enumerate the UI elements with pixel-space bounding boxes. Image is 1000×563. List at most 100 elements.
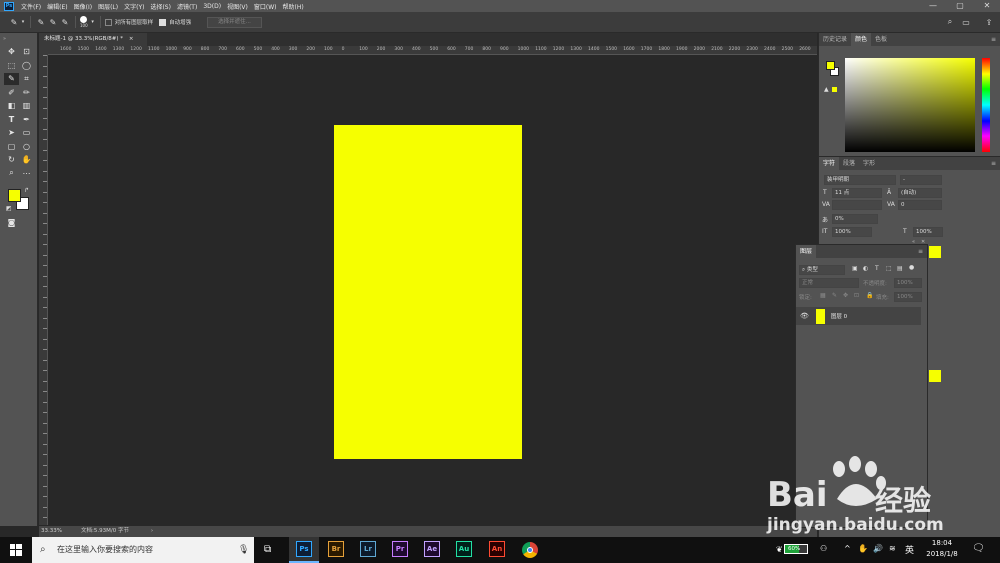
pen-tool-icon[interactable]: ✒: [19, 113, 34, 125]
lock-artboard-icon[interactable]: ⊡: [854, 292, 859, 299]
vertical-scale-field[interactable]: 100%: [832, 227, 872, 237]
quick-selection-tool-icon[interactable]: ✎: [4, 72, 19, 85]
taskbar-app-photoshop[interactable]: Ps: [296, 541, 312, 557]
path-selection-tool-icon[interactable]: ➤: [4, 127, 19, 139]
task-view-icon[interactable]: ⧉: [264, 544, 271, 555]
ellipse-shape-icon[interactable]: ○: [19, 140, 34, 152]
filter-type-icon[interactable]: T: [875, 265, 879, 272]
hand-tool-icon[interactable]: ✋: [19, 154, 34, 166]
color-panel-foreground-swatch[interactable]: [826, 61, 835, 70]
menu-view[interactable]: 视图(V): [224, 2, 251, 11]
tab-character[interactable]: 字符: [819, 157, 840, 170]
lock-position-icon[interactable]: ✥: [843, 292, 848, 299]
lock-transparent-icon[interactable]: ▦: [820, 292, 826, 299]
filter-smart-object-icon[interactable]: ▤: [897, 265, 903, 272]
artboard-tool-icon[interactable]: ⊡: [19, 46, 34, 58]
eraser-tool-icon[interactable]: ◧: [4, 100, 19, 112]
gradient-tool-icon[interactable]: ▥: [19, 100, 34, 112]
menu-layer[interactable]: 图层(L): [95, 2, 121, 11]
filter-adjustment-icon[interactable]: ◐: [863, 265, 868, 272]
new-selection-brush-icon[interactable]: ✎: [35, 16, 47, 28]
taskbar-app-bridge[interactable]: Br: [328, 541, 344, 557]
tab-swatches[interactable]: 色板: [871, 33, 891, 46]
layer-filter-select[interactable]: ⌕ 类型: [799, 265, 845, 275]
eyedropper-tool-icon[interactable]: ✐: [4, 86, 19, 98]
text-color-swatch[interactable]: [929, 246, 941, 258]
ruler-origin[interactable]: [39, 46, 48, 55]
document-canvas[interactable]: [334, 125, 522, 459]
minimize-button[interactable]: —: [920, 0, 946, 12]
status-menu-icon[interactable]: ›: [151, 526, 153, 537]
fill-field[interactable]: 100%: [894, 292, 922, 302]
tab-glyphs[interactable]: 字形: [859, 157, 879, 170]
menu-window[interactable]: 窗口(W): [251, 2, 280, 11]
panel-menu-icon[interactable]: ≡: [991, 160, 996, 167]
tab-paragraph[interactable]: 段落: [839, 157, 859, 170]
taskbar-app-chrome-icon[interactable]: [522, 542, 538, 558]
menu-select[interactable]: 选择(S): [147, 2, 174, 11]
tab-history[interactable]: 历史记录: [819, 33, 851, 46]
lock-pixels-icon[interactable]: ✎: [832, 292, 837, 299]
maximize-button[interactable]: ▢: [947, 0, 973, 12]
tray-app-icon[interactable]: ✋: [858, 544, 868, 553]
horizontal-scale-field[interactable]: 100%: [913, 227, 943, 237]
people-icon[interactable]: ⚇: [820, 544, 827, 553]
filter-pixel-icon[interactable]: ▣: [852, 265, 858, 272]
text-color-swatch[interactable]: [929, 370, 941, 382]
visibility-eye-icon[interactable]: 👁: [800, 312, 809, 320]
input-method-indicator[interactable]: 英: [905, 543, 914, 556]
battery-indicator[interactable]: 60%: [784, 544, 808, 554]
taskbar-app-lightroom[interactable]: Lr: [360, 541, 376, 557]
close-panel-icon[interactable]: ✕: [921, 239, 925, 245]
lasso-tool-icon[interactable]: ◯: [19, 59, 34, 71]
leaf-icon[interactable]: ❦: [776, 545, 783, 554]
filter-shape-icon[interactable]: ⬚: [886, 265, 892, 272]
leading-field[interactable]: (自动): [898, 188, 942, 198]
brush-tool-icon[interactable]: ✏: [19, 86, 34, 98]
taskbar-app-premiere[interactable]: Pr: [392, 541, 408, 557]
microphone-icon[interactable]: 🎙: [238, 537, 249, 563]
chevron-down-icon[interactable]: ▾: [20, 16, 26, 28]
gamut-color-chip[interactable]: [832, 87, 837, 92]
layer-row[interactable]: 👁 图层 0: [796, 307, 921, 325]
color-picker-field[interactable]: [845, 58, 975, 152]
close-window-button[interactable]: ✕: [974, 0, 1000, 12]
select-and-mask-button[interactable]: 选择并遮住...: [207, 16, 262, 28]
filter-toggle-icon[interactable]: ●: [909, 264, 914, 271]
quick-selection-tool-preset-icon[interactable]: ✎: [8, 16, 20, 28]
tracking-field[interactable]: 0: [898, 200, 942, 210]
brush-size-picker[interactable]: 100: [80, 16, 88, 28]
panel-menu-icon[interactable]: ≡: [918, 248, 923, 255]
marquee-tool-icon[interactable]: ⬚: [4, 59, 19, 71]
taskbar-search-input[interactable]: ⌕ 在这里输入你要搜索的内容 🎙: [32, 537, 254, 563]
menu-file[interactable]: 文件(F): [18, 2, 44, 11]
more-tools-icon[interactable]: ⋯: [19, 167, 34, 179]
font-family-select[interactable]: 装甲明朝: [824, 175, 896, 185]
font-size-field[interactable]: 11 点: [832, 188, 882, 198]
rectangle-tool-icon[interactable]: ▭: [19, 127, 34, 139]
search-icon[interactable]: ⌕: [944, 16, 956, 28]
rotate-view-tool-icon[interactable]: ↻: [4, 154, 19, 166]
taskbar-app-animate[interactable]: An: [489, 541, 505, 557]
tsume-field[interactable]: 0%: [832, 214, 878, 224]
vertical-ruler[interactable]: [39, 55, 48, 525]
zoom-tool-icon[interactable]: ⌕: [4, 167, 19, 179]
tab-color[interactable]: 颜色: [851, 33, 872, 46]
font-style-select[interactable]: -: [900, 175, 942, 185]
menu-help[interactable]: 帮助(H): [280, 2, 307, 11]
tools-panel-collapse-icon[interactable]: »: [0, 33, 37, 45]
move-tool-icon[interactable]: ✥: [4, 46, 19, 58]
layer-name[interactable]: 图层 0: [831, 312, 847, 320]
menu-type[interactable]: 文字(Y): [121, 2, 147, 11]
menu-edit[interactable]: 编辑(E): [44, 2, 70, 11]
network-icon[interactable]: ≋: [889, 544, 896, 553]
menu-filter[interactable]: 滤镜(T): [174, 2, 200, 11]
taskbar-app-after-effects[interactable]: Ae: [424, 541, 440, 557]
workspace-icon[interactable]: ▭: [960, 16, 972, 28]
swap-colors-icon[interactable]: ↱: [24, 187, 29, 194]
clock[interactable]: 18:04 2018/1/8: [922, 539, 962, 558]
windows-start-icon[interactable]: [10, 544, 22, 556]
auto-enhance-checkbox[interactable]: [159, 18, 167, 26]
zoom-level[interactable]: 33.33%: [41, 526, 62, 537]
sample-all-layers-checkbox[interactable]: [104, 18, 112, 26]
